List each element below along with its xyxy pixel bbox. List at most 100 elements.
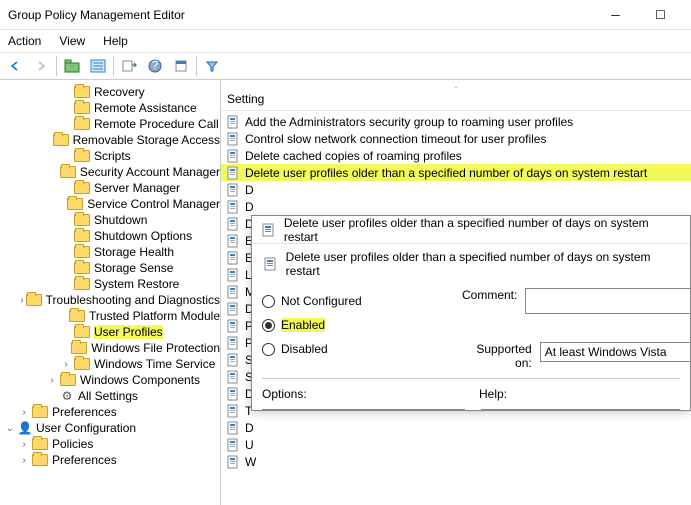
tree-item[interactable]: › Preferences xyxy=(0,452,220,468)
setting-label: U xyxy=(245,438,254,452)
radio-disabled[interactable]: Disabled xyxy=(262,342,462,356)
tree-item[interactable]: Shutdown Options xyxy=(0,228,220,244)
tree-item[interactable]: Scripts xyxy=(0,148,220,164)
settings-column-header[interactable]: Setting xyxy=(221,88,691,111)
tree-item[interactable]: ›Policies xyxy=(0,436,220,452)
tree-item-label: Storage Sense xyxy=(94,261,173,275)
menu-view[interactable]: View xyxy=(59,34,85,48)
tree-item[interactable]: Trusted Platform Module xyxy=(0,308,220,324)
tree-item-label: Shutdown Options xyxy=(94,229,192,243)
tree-item-label: User Configuration xyxy=(36,421,136,435)
spacer xyxy=(60,246,72,258)
radio-enabled[interactable]: Enabled xyxy=(262,318,462,332)
policy-icon xyxy=(227,438,241,452)
tree-item[interactable]: Storage Health xyxy=(0,244,220,260)
chevron-right-icon[interactable]: › xyxy=(20,294,23,306)
tree-item-label: Remote Procedure Call xyxy=(94,117,219,131)
tree-item[interactable]: User Profiles xyxy=(0,324,220,340)
menubar: Action View Help xyxy=(0,30,691,52)
chevron-down-icon[interactable]: ⌄ xyxy=(4,422,16,434)
policy-icon xyxy=(227,421,241,435)
chevron-right-icon[interactable]: › xyxy=(46,374,58,386)
minimize-button[interactable]: ─ xyxy=(593,1,638,29)
tree-item[interactable]: ›Preferences xyxy=(0,404,220,420)
tree-item[interactable]: › Troubleshooting and Diagnostics xyxy=(0,292,220,308)
tree-item-label: Recovery xyxy=(94,85,145,99)
radio-label: Disabled xyxy=(281,342,328,356)
folder-icon xyxy=(74,278,90,290)
setting-row[interactable]: Control slow network connection timeout … xyxy=(221,130,691,147)
policy-icon xyxy=(260,221,278,239)
chevron-right-icon[interactable]: › xyxy=(18,454,30,466)
tree-item-label: Windows File Protection xyxy=(91,341,220,355)
list-button[interactable] xyxy=(87,55,109,77)
tree-item-label: Trusted Platform Module xyxy=(89,309,220,323)
state-radio-group: Not Configured Enabled Disabled xyxy=(262,294,462,356)
scroll-hint-up: ︿ xyxy=(221,78,691,88)
folder-icon xyxy=(32,406,48,418)
policy-icon xyxy=(227,370,241,384)
options-pane: Delete user profiles older than (days) ▲… xyxy=(262,409,465,411)
policy-icon xyxy=(227,285,241,299)
export-button[interactable] xyxy=(118,55,140,77)
folder-icon xyxy=(60,166,76,178)
setting-row[interactable]: D xyxy=(221,181,691,198)
menu-help[interactable]: Help xyxy=(103,34,128,48)
maximize-button[interactable]: ☐ xyxy=(638,1,683,29)
tree-item[interactable]: Service Control Manager xyxy=(0,196,220,212)
tree-item-label: All Settings xyxy=(78,389,138,403)
comment-input[interactable] xyxy=(525,288,691,314)
divider xyxy=(262,378,680,379)
tree-item[interactable]: Storage Sense xyxy=(0,260,220,276)
filter-button[interactable] xyxy=(201,55,223,77)
help-pane: This policy setting allows an administra… xyxy=(481,409,680,411)
chevron-right-icon[interactable]: › xyxy=(18,406,30,418)
properties-button[interactable] xyxy=(170,55,192,77)
folder-icon xyxy=(74,182,90,194)
tree-item[interactable]: Server Manager xyxy=(0,180,220,196)
folder-icon xyxy=(74,102,90,114)
setting-row[interactable]: W xyxy=(221,453,691,470)
folder-icon xyxy=(67,198,83,210)
back-button[interactable] xyxy=(4,55,26,77)
tree-pane[interactable]: RecoveryRemote AssistanceRemote Procedur… xyxy=(0,80,221,505)
setting-row[interactable]: Delete user profiles older than a specif… xyxy=(221,164,691,181)
policy-icon xyxy=(227,183,241,197)
tree-item[interactable]: Windows File Protection xyxy=(0,340,220,356)
tree-item[interactable]: Security Account Manager xyxy=(0,164,220,180)
tree-item[interactable]: › Windows Components xyxy=(0,372,220,388)
chevron-right-icon[interactable]: › xyxy=(60,358,72,370)
setting-row[interactable]: Delete cached copies of roaming profiles xyxy=(221,147,691,164)
tree-item[interactable]: Removable Storage Access xyxy=(0,132,220,148)
policy-icon xyxy=(227,404,241,418)
tree-item-label: Troubleshooting and Diagnostics xyxy=(46,293,220,307)
setting-row[interactable]: U xyxy=(221,436,691,453)
tree-item[interactable]: Remote Assistance xyxy=(0,100,220,116)
setting-row[interactable]: D xyxy=(221,419,691,436)
tree-item[interactable]: ⌄👤User Configuration xyxy=(0,420,220,436)
folder-icon xyxy=(69,310,85,322)
radio-label: Enabled xyxy=(281,318,325,332)
setting-row[interactable]: Add the Administrators security group to… xyxy=(221,113,691,130)
toolbar: ? xyxy=(0,52,691,80)
tree-item[interactable]: ›Windows Time Service xyxy=(0,356,220,372)
tree-item[interactable]: Shutdown xyxy=(0,212,220,228)
tree-item-label: Windows Components xyxy=(80,373,200,387)
folder-button[interactable] xyxy=(61,55,83,77)
setting-row[interactable]: D xyxy=(221,198,691,215)
tree-item[interactable]: ⚙All Settings xyxy=(0,388,220,404)
policy-icon xyxy=(227,234,241,248)
spacer xyxy=(60,262,72,274)
forward-button[interactable] xyxy=(30,55,52,77)
menu-action[interactable]: Action xyxy=(8,34,41,48)
help-button[interactable]: ? xyxy=(144,55,166,77)
chevron-right-icon[interactable]: › xyxy=(18,438,30,450)
radio-label: Not Configured xyxy=(281,294,362,308)
tree-item-label: Preferences xyxy=(52,453,117,467)
radio-not-configured[interactable]: Not Configured xyxy=(262,294,462,308)
tree-item[interactable]: System Restore xyxy=(0,276,220,292)
tree-item[interactable]: Remote Procedure Call xyxy=(0,116,220,132)
tree-item[interactable]: Recovery xyxy=(0,84,220,100)
policy-name: Delete user profiles older than a specif… xyxy=(286,250,680,278)
comment-label: Comment: xyxy=(462,288,517,302)
